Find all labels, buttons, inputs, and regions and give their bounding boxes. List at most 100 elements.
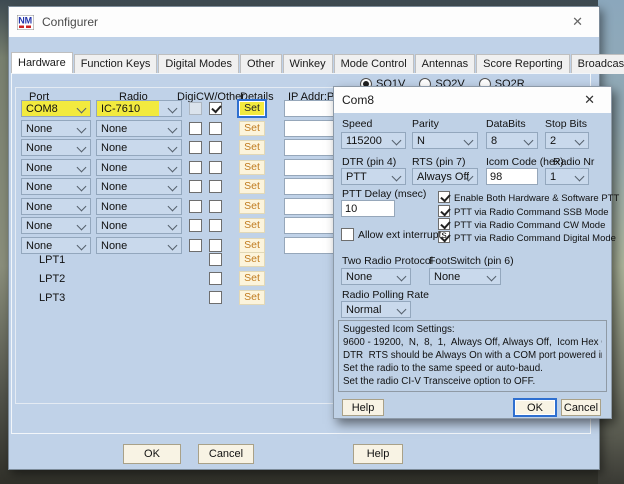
cw-other-checkbox-row6[interactable] bbox=[209, 200, 222, 213]
suggestion-line-3: DTR RTS should be Always On with a COM p… bbox=[343, 350, 602, 361]
tab-hardware[interactable]: Hardware bbox=[11, 52, 73, 74]
allow-ext-interrupts-checkbox[interactable] bbox=[341, 228, 354, 241]
radio-dropdown-row8[interactable]: None bbox=[96, 237, 182, 254]
cw-other-checkbox-lpt1[interactable] bbox=[209, 253, 222, 266]
radio-dropdown-row4[interactable]: None bbox=[96, 159, 182, 176]
chevron-down-icon bbox=[574, 135, 585, 146]
icom-code-input[interactable] bbox=[486, 168, 538, 185]
radio-nr-dropdown[interactable]: 1 bbox=[545, 168, 589, 185]
chevron-down-icon bbox=[396, 271, 407, 282]
cw-other-checkbox-lpt2[interactable] bbox=[209, 272, 222, 285]
parity-label: Parity bbox=[412, 118, 439, 130]
tab-mode-control[interactable]: Mode Control bbox=[333, 54, 414, 74]
parity-dropdown[interactable]: N bbox=[412, 132, 478, 149]
port-dropdown-row3[interactable]: None bbox=[21, 139, 91, 156]
suggestion-line-5: Set the radio CI-V Transceive option to … bbox=[343, 376, 536, 387]
set-button-lpt1[interactable]: Set bbox=[239, 252, 265, 267]
checkbox-ptt-via-radio-command-ssb-mode[interactable] bbox=[438, 205, 450, 217]
port-dropdown-row1[interactable]: COM8 bbox=[21, 100, 91, 117]
two-radio-protocol-dropdown[interactable]: None bbox=[341, 268, 411, 285]
set-button-row4[interactable]: Set bbox=[239, 160, 265, 175]
set-button-row3[interactable]: Set bbox=[239, 140, 265, 155]
dialog-ok-button[interactable]: OK bbox=[513, 398, 557, 417]
digi-checkbox-row7[interactable] bbox=[189, 219, 202, 232]
digi-checkbox-row4[interactable] bbox=[189, 161, 202, 174]
cw-other-checkbox-lpt3[interactable] bbox=[209, 291, 222, 304]
two-radio-protocol-label: Two Radio Protocol bbox=[342, 255, 434, 267]
chevron-down-icon bbox=[76, 220, 87, 231]
tab-broadcast-data[interactable]: Broadcast Data bbox=[570, 54, 624, 74]
radio-dropdown-row5[interactable]: None bbox=[96, 178, 182, 195]
radio-polling-rate-dropdown[interactable]: Normal bbox=[341, 301, 411, 318]
cw-other-checkbox-row7[interactable] bbox=[209, 219, 222, 232]
suggestion-line-1: Suggested Icom Settings: bbox=[343, 324, 455, 335]
radio-dropdown-row1[interactable]: IC-7610 bbox=[96, 100, 182, 117]
set-button-row5[interactable]: Set bbox=[239, 179, 265, 194]
tab-score-reporting[interactable]: Score Reporting bbox=[476, 54, 570, 74]
set-button-row1[interactable]: Set bbox=[237, 99, 267, 118]
radio-dropdown-row3[interactable]: None bbox=[96, 139, 182, 156]
com8-dialog-close-icon[interactable]: ✕ bbox=[576, 90, 603, 110]
port-dropdown-row5[interactable]: None bbox=[21, 178, 91, 195]
ptt-delay-input[interactable] bbox=[341, 200, 395, 217]
databits-dropdown[interactable]: 8 bbox=[486, 132, 538, 149]
set-button-row2[interactable]: Set bbox=[239, 121, 265, 136]
digi-checkbox-row1[interactable] bbox=[189, 102, 202, 115]
help-button[interactable]: Help bbox=[353, 444, 403, 464]
databits-label: DataBits bbox=[486, 118, 526, 130]
cancel-button[interactable]: Cancel bbox=[198, 444, 254, 464]
set-button-row6[interactable]: Set bbox=[239, 199, 265, 214]
dialog-cancel-button[interactable]: Cancel bbox=[561, 399, 601, 416]
digi-checkbox-row5[interactable] bbox=[189, 180, 202, 193]
rts-label: RTS (pin 7) bbox=[412, 156, 466, 168]
port-dropdown-row2[interactable]: None bbox=[21, 120, 91, 137]
rts-dropdown[interactable]: Always Off bbox=[412, 168, 478, 185]
window-titlebar[interactable]: NM Configurer ✕ bbox=[9, 7, 599, 37]
tab-antennas[interactable]: Antennas bbox=[414, 54, 476, 74]
radio-dropdown-row2[interactable]: None bbox=[96, 120, 182, 137]
set-button-lpt3[interactable]: Set bbox=[239, 290, 265, 305]
cw-other-checkbox-row8[interactable] bbox=[209, 239, 222, 252]
chevron-down-icon bbox=[167, 240, 178, 251]
checkbox-enable-both-hardware-software-ptt[interactable] bbox=[438, 191, 450, 203]
digi-checkbox-row2[interactable] bbox=[189, 122, 202, 135]
port-dropdown-row6[interactable]: None bbox=[21, 198, 91, 215]
cw-other-checkbox-row2[interactable] bbox=[209, 122, 222, 135]
chevron-down-icon bbox=[167, 220, 178, 231]
digi-checkbox-row6[interactable] bbox=[189, 200, 202, 213]
dtr-dropdown[interactable]: PTT bbox=[341, 168, 406, 185]
radio-dropdown-row7[interactable]: None bbox=[96, 217, 182, 234]
digi-checkbox-row8[interactable] bbox=[189, 239, 202, 252]
cw-other-checkbox-row5[interactable] bbox=[209, 180, 222, 193]
cw-other-checkbox-row4[interactable] bbox=[209, 161, 222, 174]
cw-other-checkbox-row1[interactable] bbox=[209, 102, 222, 115]
port-dropdown-row4[interactable]: None bbox=[21, 159, 91, 176]
window-close-icon[interactable]: ✕ bbox=[564, 12, 591, 32]
com8-dialog-titlebar[interactable]: Com8 ✕ bbox=[334, 87, 611, 113]
set-button-lpt2[interactable]: Set bbox=[239, 271, 265, 286]
tab-function-keys[interactable]: Function Keys bbox=[73, 54, 158, 74]
tab-digital-modes[interactable]: Digital Modes bbox=[158, 54, 240, 74]
chevron-down-icon bbox=[76, 162, 87, 173]
tab-other[interactable]: Other bbox=[240, 54, 282, 74]
chevron-down-icon bbox=[463, 135, 474, 146]
ok-button[interactable]: OK bbox=[123, 444, 181, 464]
set-button-row8[interactable]: Set bbox=[239, 238, 265, 253]
footswitch-dropdown[interactable]: None bbox=[429, 268, 501, 285]
port-dropdown-row8[interactable]: None bbox=[21, 237, 91, 254]
lpt-label-lpt1: LPT1 bbox=[39, 254, 66, 266]
com8-dialog: Com8 ✕ Speed Parity DataBits Stop Bits 1… bbox=[333, 86, 619, 419]
chevron-down-icon bbox=[76, 240, 87, 251]
set-button-row7[interactable]: Set bbox=[239, 218, 265, 233]
chevron-down-icon bbox=[167, 103, 178, 114]
digi-checkbox-row3[interactable] bbox=[189, 141, 202, 154]
radio-dropdown-row6[interactable]: None bbox=[96, 198, 182, 215]
port-dropdown-row7[interactable]: None bbox=[21, 217, 91, 234]
stopbits-dropdown[interactable]: 2 bbox=[545, 132, 589, 149]
speed-dropdown[interactable]: 115200 bbox=[341, 132, 406, 149]
chevron-down-icon bbox=[167, 142, 178, 153]
tab-winkey[interactable]: Winkey bbox=[282, 54, 333, 74]
checkbox-label-enable-both-hardware-software-ptt: Enable Both Hardware & Software PTT bbox=[454, 193, 620, 204]
dialog-help-button[interactable]: Help bbox=[342, 399, 384, 416]
cw-other-checkbox-row3[interactable] bbox=[209, 141, 222, 154]
